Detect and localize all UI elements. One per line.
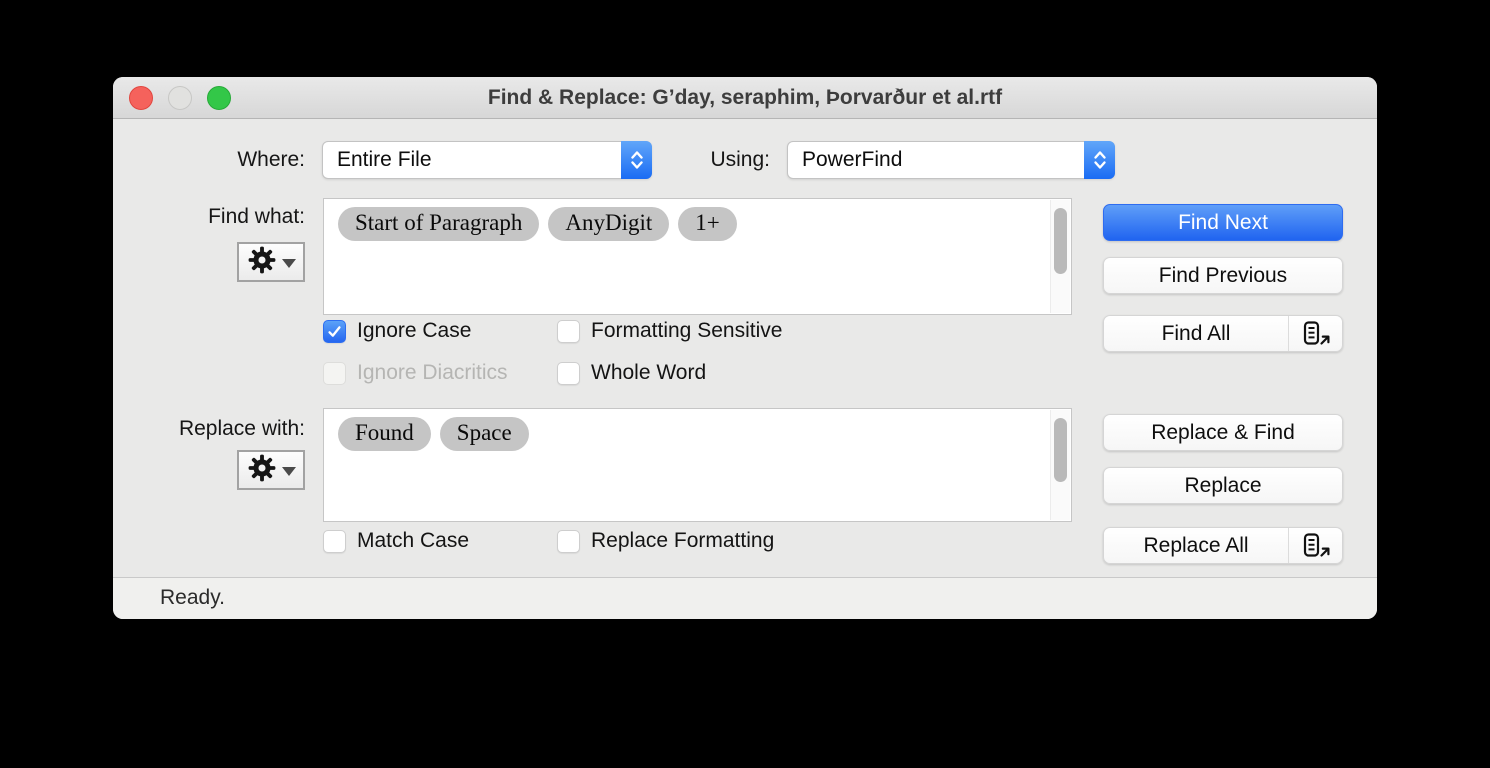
- minimize-button[interactable]: [168, 86, 192, 110]
- checkbox-label: Formatting Sensitive: [591, 319, 782, 343]
- title-bar[interactable]: Find & Replace: G’day, seraphim, Þorvarð…: [113, 77, 1377, 119]
- results-list-arrow-icon[interactable]: [1288, 528, 1342, 563]
- checkbox[interactable]: [323, 530, 346, 553]
- find-all-label[interactable]: Find All: [1104, 316, 1288, 351]
- checkbox[interactable]: [557, 530, 580, 553]
- powerfind-token[interactable]: Found: [338, 417, 431, 451]
- checkbox-label: Whole Word: [591, 361, 706, 385]
- where-popup-value: Entire File: [323, 148, 621, 172]
- scrollbar[interactable]: [1050, 200, 1070, 313]
- results-list-arrow-icon[interactable]: [1288, 316, 1342, 351]
- using-popup-menu[interactable]: PowerFind: [787, 141, 1115, 179]
- replace-and-find-button[interactable]: Replace & Find: [1103, 414, 1343, 451]
- replace-with-field[interactable]: Found Space: [323, 408, 1072, 522]
- close-button[interactable]: [129, 86, 153, 110]
- status-bar: Ready.: [113, 577, 1377, 619]
- replace-with-label: Replace with:: [113, 415, 305, 443]
- replace-options-gear-button[interactable]: [237, 450, 305, 490]
- using-popup-value: PowerFind: [788, 148, 1084, 172]
- checkbox-label: Replace Formatting: [591, 529, 774, 553]
- using-label: Using:: [613, 141, 770, 179]
- checkbox-label: Ignore Case: [357, 319, 471, 343]
- scrollbar-thumb[interactable]: [1054, 418, 1067, 482]
- powerfind-token[interactable]: Space: [440, 417, 529, 451]
- find-replace-window: Find & Replace: G’day, seraphim, Þorvarð…: [113, 77, 1377, 619]
- checkbox-label: Match Case: [357, 529, 469, 553]
- gear-icon: [247, 245, 277, 280]
- ignore-case-checkbox[interactable]: Ignore Case: [323, 319, 471, 343]
- find-previous-button[interactable]: Find Previous: [1103, 257, 1343, 294]
- find-what-field[interactable]: Start of Paragraph AnyDigit 1+: [323, 198, 1072, 315]
- status-text: Ready.: [160, 578, 225, 619]
- whole-word-checkbox[interactable]: Whole Word: [557, 361, 706, 385]
- match-case-checkbox[interactable]: Match Case: [323, 529, 469, 553]
- checkbox: [323, 362, 346, 385]
- gear-icon: [247, 453, 277, 488]
- dropdown-arrow-icon: [282, 259, 296, 268]
- where-label: Where:: [113, 141, 305, 179]
- replace-token-area[interactable]: Found Space: [324, 409, 1049, 521]
- find-next-button[interactable]: Find Next: [1103, 204, 1343, 241]
- scrollbar[interactable]: [1050, 410, 1070, 520]
- find-all-button[interactable]: Find All: [1103, 315, 1343, 352]
- checkbox[interactable]: [323, 320, 346, 343]
- checkbox[interactable]: [557, 320, 580, 343]
- replace-formatting-checkbox[interactable]: Replace Formatting: [557, 529, 774, 553]
- where-popup-menu[interactable]: Entire File: [322, 141, 652, 179]
- replace-all-label[interactable]: Replace All: [1104, 528, 1288, 563]
- formatting-sensitive-checkbox[interactable]: Formatting Sensitive: [557, 319, 782, 343]
- checkbox[interactable]: [557, 362, 580, 385]
- powerfind-token[interactable]: AnyDigit: [548, 207, 669, 241]
- powerfind-token[interactable]: 1+: [678, 207, 736, 241]
- window-title: Find & Replace: G’day, seraphim, Þorvarð…: [253, 77, 1237, 119]
- dropdown-arrow-icon: [282, 467, 296, 476]
- scrollbar-thumb[interactable]: [1054, 208, 1067, 274]
- checkbox-label: Ignore Diacritics: [357, 361, 508, 385]
- replace-button[interactable]: Replace: [1103, 467, 1343, 504]
- find-what-label: Find what:: [113, 203, 305, 231]
- replace-all-button[interactable]: Replace All: [1103, 527, 1343, 564]
- find-options-gear-button[interactable]: [237, 242, 305, 282]
- ignore-diacritics-checkbox: Ignore Diacritics: [323, 361, 508, 385]
- up-down-chevrons-icon: [1084, 141, 1115, 179]
- zoom-button[interactable]: [207, 86, 231, 110]
- find-token-area[interactable]: Start of Paragraph AnyDigit 1+: [324, 199, 1049, 314]
- powerfind-token[interactable]: Start of Paragraph: [338, 207, 539, 241]
